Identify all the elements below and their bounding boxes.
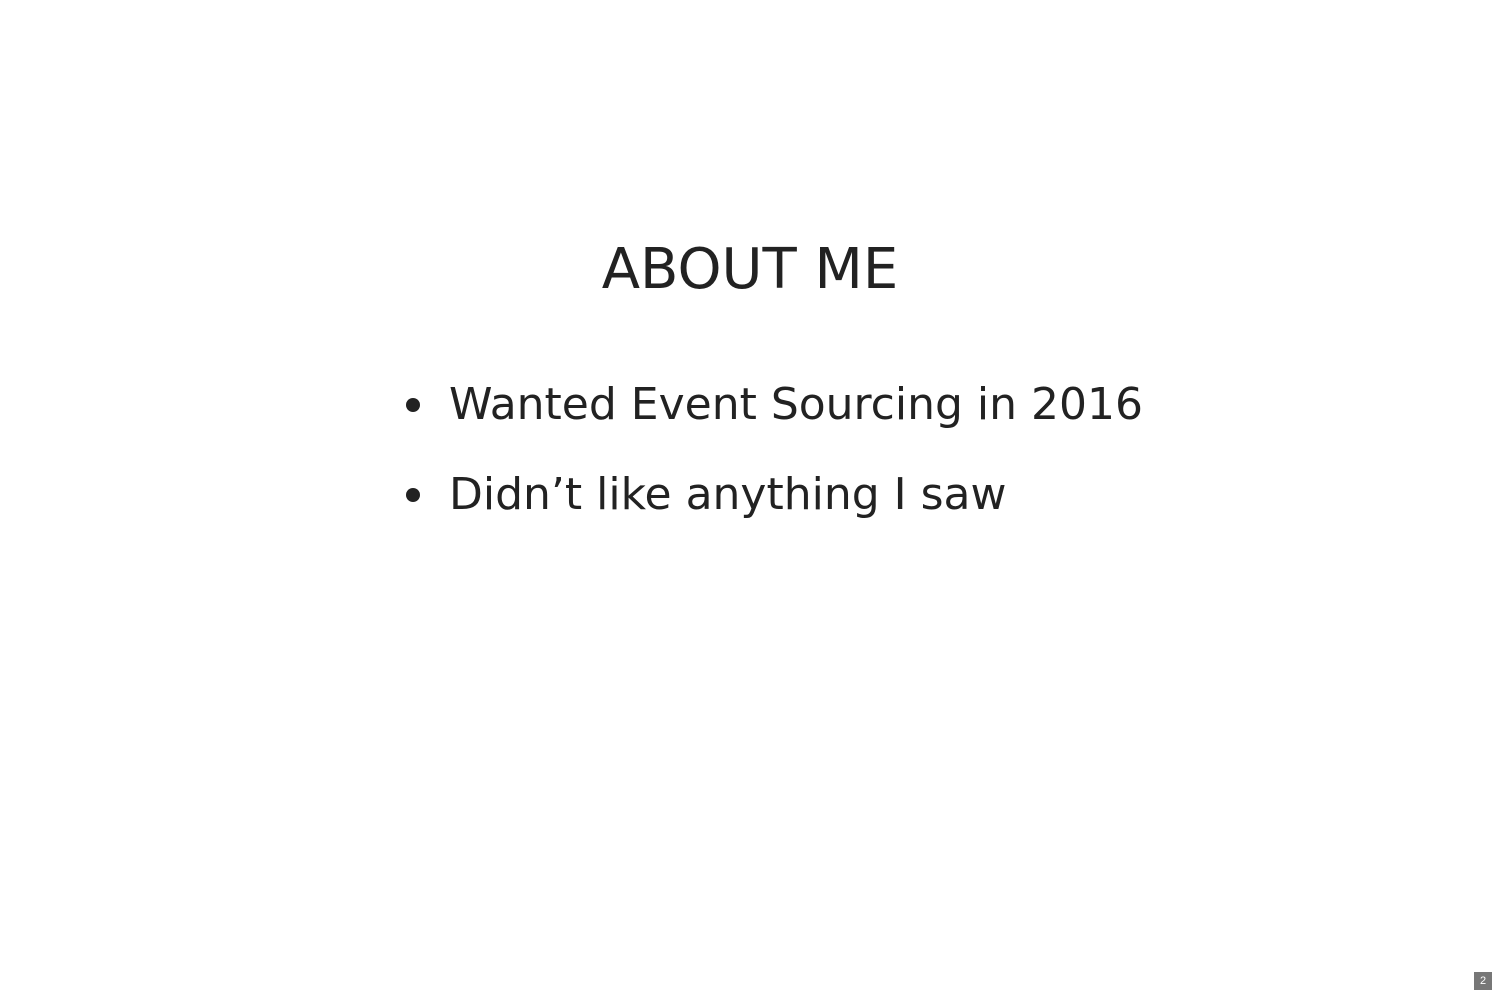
slide-title: ABOUT ME [601,237,899,302]
bullet-point-icon [406,398,420,412]
bullet-text: Didn’t like anything I saw [449,469,1007,520]
bullet-item: Wanted Event Sourcing in 2016 [406,360,1143,450]
bullet-point-icon [406,488,420,502]
bullet-item: Didn’t like anything I saw [406,450,1143,540]
presentation-slide: ABOUT ME Wanted Event Sourcing in 2016 D… [0,0,1500,1000]
bullet-text: Wanted Event Sourcing in 2016 [449,379,1143,430]
bullet-list: Wanted Event Sourcing in 2016 Didn’t lik… [406,360,1143,540]
slide-number-badge: 2 [1474,972,1492,990]
